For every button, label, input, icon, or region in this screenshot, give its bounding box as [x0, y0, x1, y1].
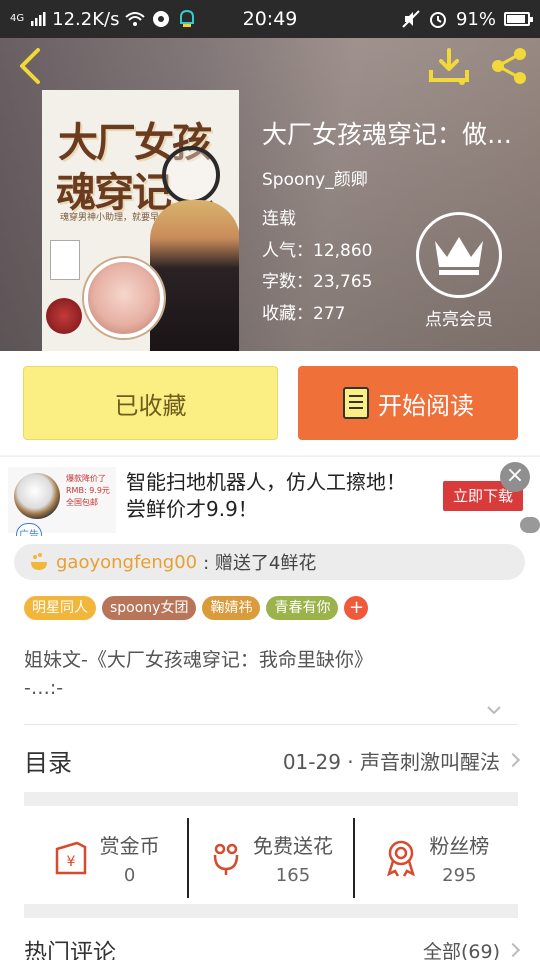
- section-gap: [24, 904, 518, 918]
- hot-comments-label: 热门评论: [24, 940, 116, 960]
- book-word-count: 字数：23,765: [262, 272, 373, 292]
- tag-chip[interactable]: 鞠婧祎: [202, 596, 261, 620]
- book-meta: 连载 人气：12,860 字数：23,765 收藏：277: [262, 204, 372, 330]
- book-cover[interactable]: 大厂女孩 魂穿记 魂穿男神小助理，就要早点变帅的: [42, 90, 239, 351]
- book-favorites: 收藏：277: [262, 303, 346, 324]
- magnifier-illustration: [162, 146, 220, 204]
- hot-comments-header[interactable]: 热门评论 全部(69): [24, 930, 521, 960]
- status-bar: 4G 12.2K/s 20:49 91%: [0, 0, 540, 38]
- start-reading-button[interactable]: 开始阅读: [298, 366, 518, 440]
- book-header: 大厂女孩 魂穿记 魂穿男神小助理，就要早点变帅的 大厂女孩魂穿记：做… Spoo…: [0, 38, 540, 351]
- crown-icon: [416, 212, 502, 298]
- table-of-contents-row[interactable]: 目录 01-29 · 声音刺激叫醒法: [24, 736, 521, 784]
- tag-chip[interactable]: 明星同人: [24, 596, 96, 620]
- book-description: 姐妹文-《大厂女孩魂穿记：我命里缺你》 -…:-: [24, 649, 373, 699]
- signal-icon: [31, 12, 46, 26]
- add-tag-icon[interactable]: +: [344, 596, 369, 620]
- ad-text: 智能扫地机器人，仿人工擦地！ 尝鲜价才9.9！: [126, 470, 406, 521]
- medal-icon: [387, 840, 416, 877]
- toc-latest-chapter: 01-29 · 声音刺激叫醒法: [282, 749, 500, 774]
- book-icon: [343, 387, 369, 419]
- back-icon[interactable]: [12, 46, 48, 86]
- network-type: 4G: [10, 13, 25, 24]
- download-icon[interactable]: [428, 48, 470, 86]
- chevron-right-icon: [505, 752, 521, 768]
- wifi-icon: [125, 12, 146, 26]
- book-status: 连载: [262, 209, 296, 229]
- vip-label: 点亮会员: [425, 310, 493, 330]
- vip-button[interactable]: 点亮会员: [414, 212, 504, 330]
- book-popularity: 人气：12,860: [262, 240, 373, 261]
- music-icon: [153, 11, 170, 27]
- action-bar: 已收藏 开始阅读: [0, 351, 540, 455]
- section-gap: [24, 792, 518, 806]
- stats-row: ¥ 赏金币 0 免费送花 165 粉丝榜 295: [24, 818, 518, 898]
- start-reading-label: 开始阅读: [378, 391, 474, 420]
- expand-chevron-icon[interactable]: [486, 702, 502, 718]
- cover-figure-man: [150, 200, 239, 351]
- share-icon[interactable]: [488, 46, 530, 86]
- cover-deco: [50, 240, 80, 280]
- mute-icon: [402, 10, 420, 28]
- toc-label: 目录: [24, 748, 72, 777]
- network-speed: 12.2K/s: [52, 8, 120, 30]
- ad-promo: 爆款降价了 RMB: 9.9元 全国包邮: [66, 474, 110, 507]
- battery-percent: 91%: [455, 8, 496, 30]
- notification-icon: [180, 9, 195, 27]
- gift-action: : 赠送了4鲜花: [203, 553, 317, 574]
- reward-coin-icon: ¥: [55, 841, 86, 875]
- gift-user[interactable]: gaoyongfeng00: [56, 552, 197, 573]
- battery-icon: [504, 12, 533, 26]
- fan-rank-stat[interactable]: 粉丝榜 295: [352, 818, 518, 898]
- ad-info-icon[interactable]: [520, 517, 540, 533]
- tag-chip[interactable]: spoony女团: [102, 596, 197, 620]
- free-flower-stat[interactable]: 免费送花 165: [187, 818, 352, 898]
- favorited-button[interactable]: 已收藏: [23, 366, 278, 440]
- reward-coin-stat[interactable]: ¥ 赏金币 0: [24, 818, 187, 898]
- chevron-right-icon: [505, 942, 521, 958]
- robot-vacuum-image: [14, 473, 60, 519]
- gift-notice: gaoyongfeng00 : 赠送了4鲜花: [14, 544, 525, 580]
- book-detail: gaoyongfeng00 : 赠送了4鲜花 明星同人 spoony女团 鞠婧祎…: [0, 536, 540, 960]
- rose-illustration: [46, 298, 82, 334]
- svg-text:¥: ¥: [66, 854, 75, 870]
- alarm-icon: [429, 12, 446, 28]
- divider: [24, 724, 518, 725]
- ad-banner[interactable]: 爆款降价了 RMB: 9.9元 全国包邮 广告 智能扫地机器人，仿人工擦地！ 尝…: [0, 456, 540, 547]
- all-comments-link[interactable]: 全部(69): [423, 937, 500, 960]
- tag-list: 明星同人 spoony女团 鞠婧祎 青春有你 +: [24, 596, 369, 620]
- book-title: 大厂女孩魂穿记：做…: [262, 120, 513, 149]
- flower-icon: [213, 843, 239, 875]
- ad-image: 爆款降价了 RMB: 9.9元 全国包邮 广告: [8, 467, 116, 547]
- flower-notice-icon: [31, 553, 47, 570]
- ad-close-icon[interactable]: ×: [500, 462, 530, 492]
- book-author[interactable]: Spoony_颜卿: [262, 165, 368, 190]
- tag-chip[interactable]: 青春有你: [266, 596, 339, 620]
- cover-figure-girl: [84, 258, 164, 338]
